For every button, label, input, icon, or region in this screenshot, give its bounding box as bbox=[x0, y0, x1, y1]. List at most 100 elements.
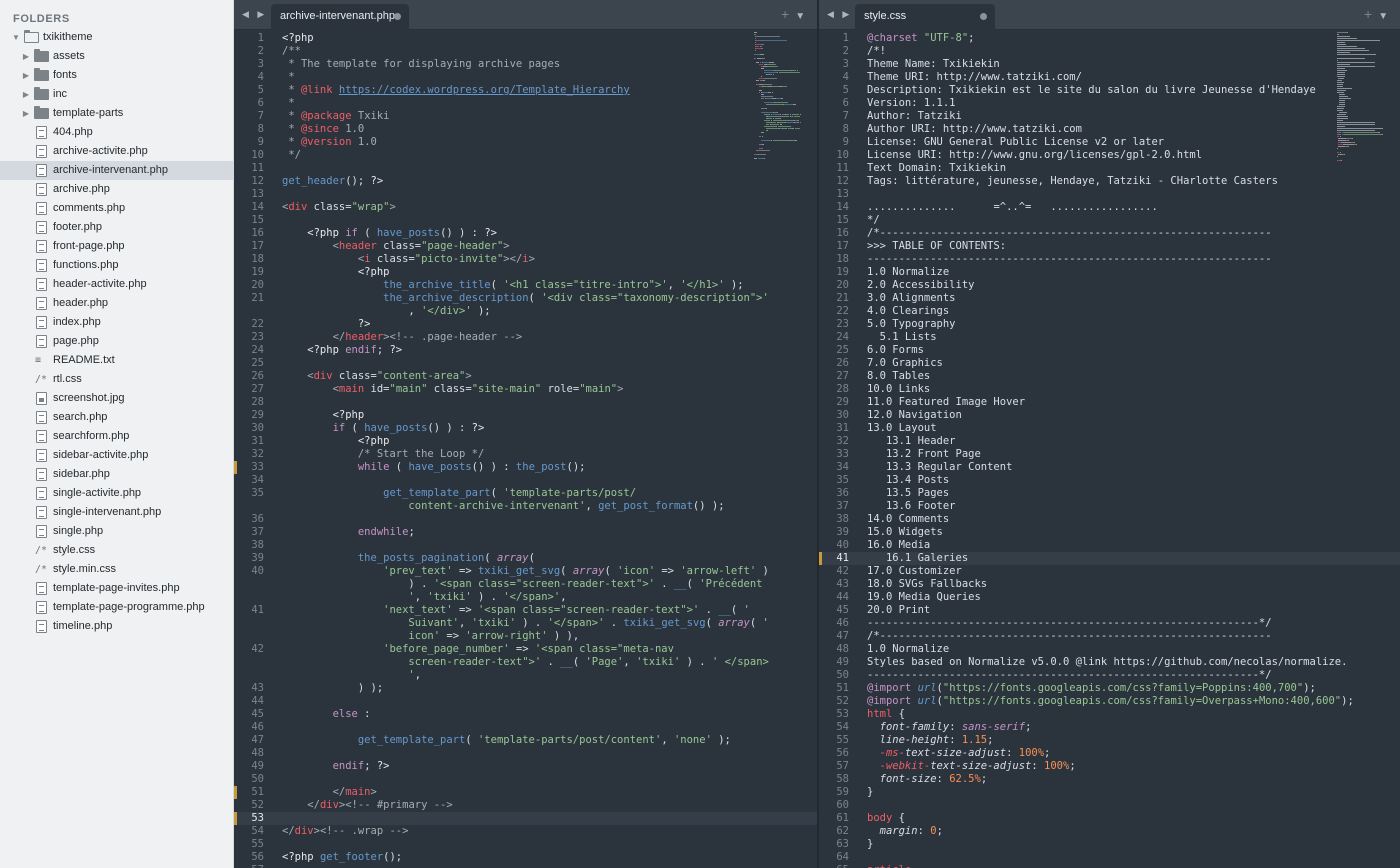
minimap-stroke bbox=[1337, 72, 1346, 73]
code-editor-left[interactable]: 1 <?php 2/** 3 * The template for displayin… bbox=[234, 30, 817, 868]
line-number: 33 bbox=[836, 448, 849, 460]
editor-pane-left: ◀ ▶ archive-intervenant.php + ▼ 1 <?php 2/*… bbox=[234, 0, 817, 868]
tree-file[interactable]: /* style.css bbox=[0, 541, 233, 560]
code-line: 32 13.1 Header bbox=[819, 435, 1400, 448]
tab-label: archive-intervenant.php bbox=[280, 10, 395, 22]
code-line: 53 bbox=[234, 812, 817, 825]
new-tab-plus-icon[interactable]: + bbox=[781, 6, 789, 22]
code-line: 46 bbox=[234, 721, 817, 734]
code-line: 29 11.0 Featured Image Hover bbox=[819, 396, 1400, 409]
tree-item-label: page.php bbox=[53, 335, 99, 347]
minimap-stroke bbox=[772, 98, 776, 99]
folders-header: FOLDERS bbox=[13, 13, 70, 25]
code-editor-right[interactable]: 1 @charset "UTF-8"; 2 /*! 3 Theme Name: Txik… bbox=[819, 30, 1400, 868]
tree-file[interactable]: front-page.php bbox=[0, 237, 233, 256]
minimap-stroke bbox=[761, 76, 763, 77]
tree-file[interactable]: index.php bbox=[0, 313, 233, 332]
tree-file[interactable]: ≡ README.txt bbox=[0, 351, 233, 370]
unsaved-dot-icon[interactable] bbox=[980, 13, 987, 20]
code-text: /*--------------------------------------… bbox=[867, 630, 1272, 643]
tree-folder[interactable]: ▶ template-parts bbox=[0, 104, 233, 123]
line-number: 9 bbox=[842, 136, 849, 148]
code-token: > bbox=[528, 253, 535, 265]
tree-file[interactable]: /* style.min.css bbox=[0, 560, 233, 579]
tree-file[interactable]: archive-intervenant.php bbox=[0, 161, 233, 180]
expand-right-icon[interactable]: ▶ bbox=[21, 85, 31, 104]
tree-item-label: header-activite.php bbox=[53, 278, 147, 290]
tree-file[interactable]: header-activite.php bbox=[0, 275, 233, 294]
tree-file[interactable]: functions.php bbox=[0, 256, 233, 275]
minimap-stroke bbox=[763, 84, 772, 85]
tree-file[interactable]: archive-activite.php bbox=[0, 142, 233, 161]
tree-file[interactable]: template-page-programme.php bbox=[0, 598, 233, 617]
tree-folder[interactable]: ▶ fonts bbox=[0, 66, 233, 85]
tree-file[interactable]: search.php bbox=[0, 408, 233, 427]
tab-style-css[interactable]: style.css bbox=[855, 4, 995, 30]
tree-item-label: sidebar.php bbox=[53, 468, 110, 480]
code-line: 13 bbox=[819, 188, 1400, 201]
new-tab-plus-icon[interactable]: + bbox=[1364, 6, 1372, 22]
code-token: ( bbox=[604, 565, 618, 577]
code-text: </main> bbox=[282, 786, 377, 799]
expand-down-icon[interactable]: ▼ bbox=[11, 28, 21, 47]
code-token: ; bbox=[1069, 760, 1076, 772]
tree-file[interactable]: 404.php bbox=[0, 123, 233, 142]
tab-nav-arrows-icon[interactable]: ◀ ▶ bbox=[242, 9, 267, 20]
tree-file[interactable]: searchform.php bbox=[0, 427, 233, 446]
code-line: 13 bbox=[234, 188, 817, 201]
tree-file[interactable]: /* rtl.css bbox=[0, 370, 233, 389]
code-token: 4.0 Clearings bbox=[867, 305, 950, 317]
line-number: 26 bbox=[836, 357, 849, 369]
tree-file[interactable]: screenshot.jpg bbox=[0, 389, 233, 408]
file-icon bbox=[36, 601, 47, 614]
line-number: 43 bbox=[836, 578, 849, 590]
minimap-right[interactable] bbox=[1337, 30, 1400, 868]
line-number: 52 bbox=[836, 695, 849, 707]
tree-file[interactable]: sidebar-activite.php bbox=[0, 446, 233, 465]
tree-file[interactable]: page.php bbox=[0, 332, 233, 351]
tree-file[interactable]: footer.php bbox=[0, 218, 233, 237]
expand-right-icon[interactable]: ▶ bbox=[21, 66, 31, 85]
code-token: .............. =^..^= ................. bbox=[867, 201, 1158, 213]
code-token: 14.0 Comments bbox=[867, 513, 950, 525]
code-token: main bbox=[345, 786, 371, 798]
tree-file[interactable]: archive.php bbox=[0, 180, 233, 199]
tree-file[interactable]: single-intervenant.php bbox=[0, 503, 233, 522]
tree-item-label: txikitheme bbox=[43, 31, 93, 43]
tree-file[interactable]: sidebar.php bbox=[0, 465, 233, 484]
tree-file[interactable]: single.php bbox=[0, 522, 233, 541]
tab-menu-chevron-icon[interactable]: ▼ bbox=[1378, 11, 1388, 22]
tree-file[interactable]: template-page-invites.php bbox=[0, 579, 233, 598]
line-number: 1 bbox=[842, 32, 849, 44]
code-text: body { bbox=[867, 812, 905, 825]
code-token: Suivant' bbox=[282, 617, 460, 629]
expand-right-icon[interactable]: ▶ bbox=[21, 104, 31, 123]
tree-file[interactable]: comments.php bbox=[0, 199, 233, 218]
tree-folder[interactable]: ▶ inc bbox=[0, 85, 233, 104]
code-token: ); bbox=[711, 734, 731, 746]
code-token: txiki_get_svg bbox=[623, 617, 706, 629]
tree-folder[interactable]: ▼ txikitheme bbox=[0, 28, 233, 47]
minimap-left[interactable] bbox=[754, 30, 817, 868]
tree-folder[interactable]: ▶ assets bbox=[0, 47, 233, 66]
code-line: 20 2.0 Accessibility bbox=[819, 279, 1400, 292]
tab-nav-arrows-icon[interactable]: ◀ ▶ bbox=[827, 9, 852, 20]
tree-file[interactable]: header.php bbox=[0, 294, 233, 313]
expand-right-icon[interactable]: ▶ bbox=[21, 47, 31, 66]
code-token: ) . bbox=[515, 617, 548, 629]
unsaved-dot-icon[interactable] bbox=[394, 13, 401, 20]
code-text: 14.0 Comments bbox=[867, 513, 949, 526]
code-line: 41 16.1 Galeries bbox=[819, 552, 1400, 565]
code-token: have_posts bbox=[364, 422, 428, 434]
code-text: </header><!-- .page-header --> bbox=[282, 331, 523, 344]
code-token: __ bbox=[718, 604, 731, 616]
tree-item-label: 404.php bbox=[53, 126, 93, 138]
tree-file[interactable]: single-activite.php bbox=[0, 484, 233, 503]
code-token: 1.0 bbox=[351, 136, 377, 148]
tab-archive-intervenant[interactable]: archive-intervenant.php bbox=[271, 4, 409, 30]
line-number: 31 bbox=[251, 435, 264, 447]
tab-menu-chevron-icon[interactable]: ▼ bbox=[795, 11, 805, 22]
minimap-stroke bbox=[1337, 88, 1352, 89]
code-text: @import url("https://fonts.googleapis.co… bbox=[867, 695, 1354, 708]
tree-file[interactable]: timeline.php bbox=[0, 617, 233, 636]
